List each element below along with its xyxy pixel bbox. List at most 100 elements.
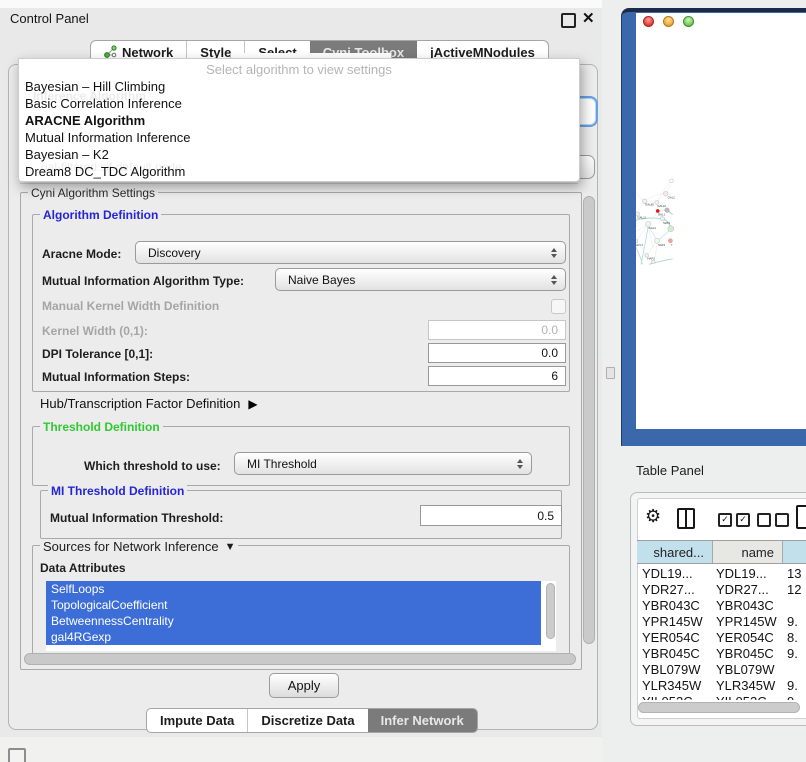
scrollbar-thumb[interactable] [638, 702, 800, 713]
attribute-item-topologicalcoefficient[interactable]: TopologicalCoefficient [46, 597, 541, 613]
node-label: HAP4 [658, 243, 666, 247]
network-node-swi4[interactable] [660, 216, 664, 220]
cell: 9. [787, 614, 798, 630]
mi-steps-field[interactable]: 6 [428, 366, 566, 386]
cell: YDR27... [716, 582, 769, 598]
network-node-y[interactable] [668, 239, 672, 243]
hub-definition-expander[interactable]: Hub/Transcription Factor Definition ▶ [40, 396, 258, 411]
table-row[interactable]: YBR045CYBR045C9. [637, 646, 806, 662]
network-node[interactable] [665, 208, 670, 213]
data-attributes-list[interactable]: SelfLoopsTopologicalCoefficientBetweenne… [46, 581, 556, 651]
attribute-item-selfloops[interactable]: SelfLoops [46, 581, 541, 597]
tab-label: Impute Data [160, 713, 234, 728]
which-threshold-value: MI Threshold [247, 457, 317, 471]
data-attributes-label: Data Attributes [40, 561, 126, 575]
mi-steps-value: 6 [551, 369, 558, 383]
mi-type-value: Naive Bayes [288, 273, 355, 287]
tab-discretize-data[interactable]: Discretize Data [247, 709, 367, 732]
table-row[interactable]: YDR27... YDR27... 12 [637, 582, 806, 598]
settings-horizontal-scrollbar[interactable] [22, 653, 578, 666]
attribute-item-betweennesscentrality[interactable]: BetweennessCentrality [46, 613, 541, 629]
select-all-checkboxes-icon[interactable]: ✓ ✓ [718, 513, 750, 527]
table-row[interactable]: YDL19...YDL19...13 [637, 566, 806, 582]
column-header-shared-[interactable]: shared... [637, 541, 713, 563]
table-panel-title: Table Panel [636, 463, 704, 478]
which-threshold-select[interactable]: MI Threshold [234, 452, 532, 475]
scrollbar-thumb[interactable] [583, 196, 595, 644]
deselect-all-checkboxes-icon[interactable] [757, 513, 789, 527]
mi-threshold-field[interactable]: 0.5 [420, 505, 562, 526]
table-row[interactable]: YPR145WYPR145W9. [637, 614, 806, 630]
mi-type-label: Mutual Information Algorithm Type: [42, 274, 244, 288]
algorithm-dropdown-popup: Select algorithm to view settings Infere… [18, 58, 580, 182]
network-node-gal2[interactable] [663, 191, 668, 196]
table-row[interactable]: YIL052CYIL052C9. [637, 694, 806, 700]
dpi-tolerance-label: DPI Tolerance [0,1]: [42, 347, 153, 361]
aracne-mode-label: Aracne Mode: [42, 247, 121, 261]
mi-algorithm-type-select[interactable]: Naive Bayes [275, 268, 566, 291]
node-label: Y [671, 243, 673, 247]
close-icon[interactable]: ✕ [582, 9, 595, 27]
network-node-hap4[interactable] [655, 238, 660, 243]
network-node-gcy1[interactable] [636, 239, 638, 242]
column-selector-icon[interactable] [677, 508, 695, 529]
cell: 9. [787, 694, 798, 700]
mi-threshold-definition-title: MI Threshold Definition [48, 484, 187, 498]
spinner-icon [551, 275, 557, 285]
attribute-item-gal4rgexp[interactable]: gal4RGexp [46, 629, 541, 645]
aracne-mode-select[interactable]: Discovery [135, 241, 566, 264]
algorithm-placeholder: Select algorithm to view settings [19, 62, 579, 77]
table-row[interactable]: YLR345WYLR345W9. [637, 678, 806, 694]
cell: YPR145W [642, 614, 703, 630]
bottom-tab-bar: Impute Data Discretize DataInfer Network [146, 708, 478, 733]
export-table-icon[interactable] [796, 505, 806, 529]
apply-button[interactable]: Apply [269, 673, 339, 698]
column-header-name[interactable]: name [713, 541, 783, 563]
collapse-down-arrow-icon[interactable]: ▼ [225, 541, 236, 553]
splitter-handle[interactable] [606, 367, 615, 379]
kernel-width-value: 0.0 [541, 323, 558, 337]
cell: YIL052C [642, 694, 693, 700]
table-row[interactable]: YBR043CYBR043C [637, 598, 806, 614]
algorithm-definition-title: Algorithm Definition [40, 208, 161, 222]
cell: YER054C [716, 630, 774, 646]
tab-infer-network[interactable]: Infer Network [368, 709, 477, 732]
algorithm-option-dream8-dc-tdc-algorithm[interactable]: Dream8 DC_TDC Algorithm [23, 163, 575, 180]
cell: 12 [787, 582, 801, 598]
tab-impute-data[interactable]: Impute Data [147, 709, 247, 732]
bottom-strip [0, 737, 604, 762]
cell: YER054C [642, 630, 700, 646]
table-horizontal-scrollbar[interactable] [637, 702, 806, 714]
float-window-icon[interactable] [561, 13, 576, 28]
settings-vertical-scrollbar[interactable] [583, 194, 596, 664]
list-scrollbar[interactable] [546, 583, 555, 639]
node-label: GAL4 [649, 226, 657, 230]
dpi-tolerance-value: 0.0 [541, 346, 558, 360]
cell: YBR043C [642, 598, 700, 614]
network-node[interactable] [668, 226, 674, 232]
dock-panel-icon[interactable] [8, 748, 26, 762]
mi-steps-label: Mutual Information Steps: [42, 370, 190, 384]
cell: YDR27... [642, 582, 695, 598]
table-row[interactable]: YER054C YER054C 8. [637, 630, 806, 646]
algorithm-option-aracne-algorithm[interactable]: ARACNE Algorithm [23, 112, 575, 129]
mi-threshold-label: Mutual Information Threshold: [50, 511, 223, 525]
checked-box-icon: ✓ [718, 513, 732, 527]
algorithm-option-basic-correlation-inference[interactable]: Basic Correlation Inference [23, 95, 575, 112]
dpi-tolerance-field[interactable]: 0.0 [428, 343, 566, 363]
node-label: GCY1 [636, 243, 643, 247]
network-node[interactable] [670, 179, 674, 183]
algorithm-option-bayesian-hill-climbing[interactable]: Bayesian – Hill Climbing [23, 78, 575, 95]
network-node[interactable] [651, 260, 655, 264]
cell: 8. [787, 630, 798, 646]
network-graph: GAL2GAL80GAL10GAL1GAL11SWI4GAL4GCY1HAP4Y… [636, 13, 806, 429]
algorithm-option-mutual-information-inference[interactable]: Mutual Information Inference [23, 129, 575, 146]
expand-right-arrow-icon[interactable]: ▶ [248, 397, 257, 411]
focused-combo-fragment[interactable] [578, 96, 598, 127]
algorithm-option-bayesian-k2[interactable]: Bayesian – K2 [23, 146, 575, 163]
network-node-gal1[interactable] [656, 209, 659, 212]
column-header-2[interactable] [783, 541, 806, 563]
gear-icon[interactable]: ⚙ [645, 506, 661, 527]
scrollbar-thumb[interactable] [24, 653, 576, 665]
table-row[interactable]: YBL079WYBL079W [637, 662, 806, 678]
